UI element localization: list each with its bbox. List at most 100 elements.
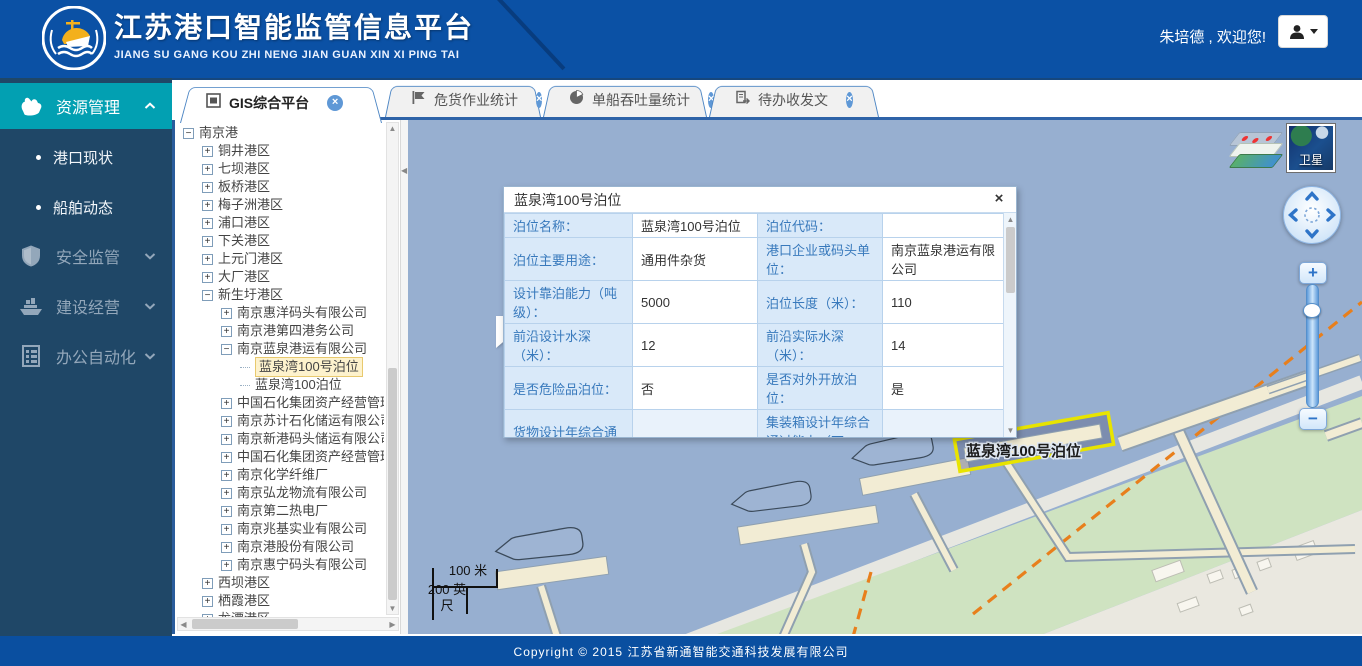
scroll-right-icon[interactable]: ▶ xyxy=(387,619,398,630)
tree-horizontal-scrollbar[interactable]: ◀ ▶ xyxy=(177,617,399,631)
expand-node-icon[interactable]: + xyxy=(202,236,213,247)
tree-node-label[interactable]: 中国石化集团资产经营管理有 xyxy=(237,394,384,412)
expand-node-icon[interactable]: + xyxy=(221,416,232,427)
zoom-out-button[interactable]: − xyxy=(1299,408,1327,430)
tab-close-icon[interactable]: × xyxy=(846,92,853,108)
sidebar-item-3[interactable]: 办公自动化 xyxy=(0,333,172,379)
sidebar-subitem-0[interactable]: 港口现状 xyxy=(0,140,172,175)
expand-node-icon[interactable]: + xyxy=(202,578,213,589)
popup-scrollbar[interactable]: ▲ ▼ xyxy=(1003,213,1016,437)
collapse-node-icon[interactable]: − xyxy=(183,128,194,139)
scroll-thumb[interactable] xyxy=(192,619,298,629)
expand-node-icon[interactable]: + xyxy=(221,524,232,535)
tree-node-label[interactable]: 新生圩港区 xyxy=(218,286,283,304)
tree-node-0[interactable]: −南京港 xyxy=(179,124,384,142)
tree-node-label[interactable]: 浦口港区 xyxy=(218,214,270,232)
sidebar-subitem-1[interactable]: 船舶动态 xyxy=(0,190,172,225)
pan-center-icon[interactable] xyxy=(1305,208,1319,222)
tree-node-label[interactable]: 南京兆基实业有限公司 xyxy=(237,520,367,538)
tree-node-19[interactable]: + 南京化学纤维厂 xyxy=(179,466,384,484)
pan-down-icon[interactable] xyxy=(1307,231,1317,237)
tree-node-label[interactable]: 中国石化集团资产经营管理有 xyxy=(237,448,384,466)
tree-node-11[interactable]: + 南京港第四港务公司 xyxy=(179,322,384,340)
satellite-toggle-button[interactable]: 卫星 xyxy=(1286,123,1336,173)
tree-node-15[interactable]: +中国石化集团资产经营管理有 xyxy=(179,394,384,412)
tree-node-label[interactable]: 南京港第四港务公司 xyxy=(237,322,354,340)
tree-node-5[interactable]: + 浦口港区 xyxy=(179,214,384,232)
tree-node-label[interactable]: 南京港股份有限公司 xyxy=(237,538,354,556)
tab-close-icon[interactable]: × xyxy=(536,92,542,108)
expand-node-icon[interactable]: + xyxy=(221,470,232,481)
tree-node-label[interactable]: 南京港 xyxy=(199,124,238,142)
expand-node-icon[interactable]: + xyxy=(221,452,232,463)
tree-node-6[interactable]: + 下关港区 xyxy=(179,232,384,250)
tree-node-label[interactable]: 南京惠宁码头有限公司 xyxy=(237,556,367,574)
tree-node-8[interactable]: +大厂港区 xyxy=(179,268,384,286)
sidebar-item-2[interactable]: 建设经营 xyxy=(0,283,172,329)
tree-node-24[interactable]: + 南京惠宁码头有限公司 xyxy=(179,556,384,574)
pan-up-icon[interactable] xyxy=(1307,194,1317,200)
tree-node-21[interactable]: + 南京第二热电厂 xyxy=(179,502,384,520)
scroll-down-icon[interactable]: ▼ xyxy=(387,603,398,614)
expand-node-icon[interactable]: + xyxy=(202,200,213,211)
tab-2[interactable]: 单船吞吐量统计× xyxy=(543,83,707,117)
tree-node-10[interactable]: + 南京惠洋码头有限公司 xyxy=(179,304,384,322)
tree-node-label[interactable]: 下关港区 xyxy=(218,232,270,250)
scroll-up-icon[interactable]: ▲ xyxy=(1005,214,1016,225)
tab-1[interactable]: 危货作业统计× xyxy=(385,83,541,117)
tree-node-2[interactable]: +七坝港区 xyxy=(179,160,384,178)
tree-node-12[interactable]: −南京蓝泉港运有限公司 xyxy=(179,340,384,358)
tree-vertical-scrollbar[interactable]: ▲ ▼ xyxy=(386,122,399,615)
layers-control-icon[interactable] xyxy=(1228,132,1284,174)
tree-node-label[interactable]: 蓝泉湾100号泊位 xyxy=(255,357,363,377)
expand-node-icon[interactable]: + xyxy=(202,182,213,193)
scroll-up-icon[interactable]: ▲ xyxy=(387,123,398,134)
pan-left-icon[interactable] xyxy=(1291,210,1297,220)
expand-node-icon[interactable]: + xyxy=(221,542,232,553)
collapse-node-icon[interactable]: − xyxy=(221,344,232,355)
tab-0[interactable]: GIS综合平台× xyxy=(180,83,382,123)
expand-node-icon[interactable]: + xyxy=(202,218,213,229)
pan-right-icon[interactable] xyxy=(1328,210,1334,220)
scroll-down-icon[interactable]: ▼ xyxy=(1005,425,1016,436)
scroll-thumb[interactable] xyxy=(1006,227,1015,293)
zoom-slider-handle[interactable] xyxy=(1303,303,1321,318)
tree-node-20[interactable]: +南京弘龙物流有限公司 xyxy=(179,484,384,502)
tree-node-label[interactable]: 南京化学纤维厂 xyxy=(237,466,328,484)
expand-node-icon[interactable]: + xyxy=(221,308,232,319)
user-menu-button[interactable] xyxy=(1278,15,1328,48)
expand-node-icon[interactable]: + xyxy=(221,506,232,517)
tree-node-label[interactable]: 栖霞港区 xyxy=(218,592,270,610)
sidebar-item-0[interactable]: 资源管理 xyxy=(0,83,172,129)
tree-node-22[interactable]: + 南京兆基实业有限公司 xyxy=(179,520,384,538)
tree-node-14[interactable]: 蓝泉湾100泊位 xyxy=(179,376,384,394)
collapse-node-icon[interactable]: − xyxy=(202,290,213,301)
expand-node-icon[interactable]: + xyxy=(202,272,213,283)
sidebar-item-1[interactable]: 安全监管 xyxy=(0,233,172,279)
expand-node-icon[interactable]: + xyxy=(221,488,232,499)
tree-node-label[interactable]: 梅子洲港区 xyxy=(218,196,283,214)
scroll-thumb[interactable] xyxy=(388,368,397,600)
tree-node-4[interactable]: + 梅子洲港区 xyxy=(179,196,384,214)
tree-node-label[interactable]: 上元门港区 xyxy=(218,250,283,268)
tree-node-9[interactable]: −新生圩港区 xyxy=(179,286,384,304)
scroll-left-icon[interactable]: ◀ xyxy=(178,619,189,630)
expand-node-icon[interactable]: + xyxy=(202,164,213,175)
map-pan-control[interactable] xyxy=(1283,186,1341,244)
tab-3[interactable]: 待办收发文× xyxy=(709,83,879,117)
expand-node-icon[interactable]: + xyxy=(221,560,232,571)
tree-node-26[interactable]: +栖霞港区 xyxy=(179,592,384,610)
panel-splitter[interactable]: ◀ xyxy=(400,120,408,634)
tree-node-25[interactable]: + 西坝港区 xyxy=(179,574,384,592)
tree-node-label[interactable]: 铜井港区 xyxy=(218,142,270,160)
tree-node-label[interactable]: 南京惠洋码头有限公司 xyxy=(237,304,367,322)
tree-node-label[interactable]: 南京第二热电厂 xyxy=(237,502,328,520)
tree-node-7[interactable]: +上元门港区 xyxy=(179,250,384,268)
tree-node-label[interactable]: 西坝港区 xyxy=(218,574,270,592)
tree-node-17[interactable]: +南京新港码头储运有限公司 xyxy=(179,430,384,448)
tree-node-23[interactable]: + 南京港股份有限公司 xyxy=(179,538,384,556)
zoom-in-button[interactable]: + xyxy=(1299,262,1327,284)
tree-node-1[interactable]: +铜井港区 xyxy=(179,142,384,160)
expand-node-icon[interactable]: + xyxy=(221,326,232,337)
tree-node-18[interactable]: + 中国石化集团资产经营管理有 xyxy=(179,448,384,466)
